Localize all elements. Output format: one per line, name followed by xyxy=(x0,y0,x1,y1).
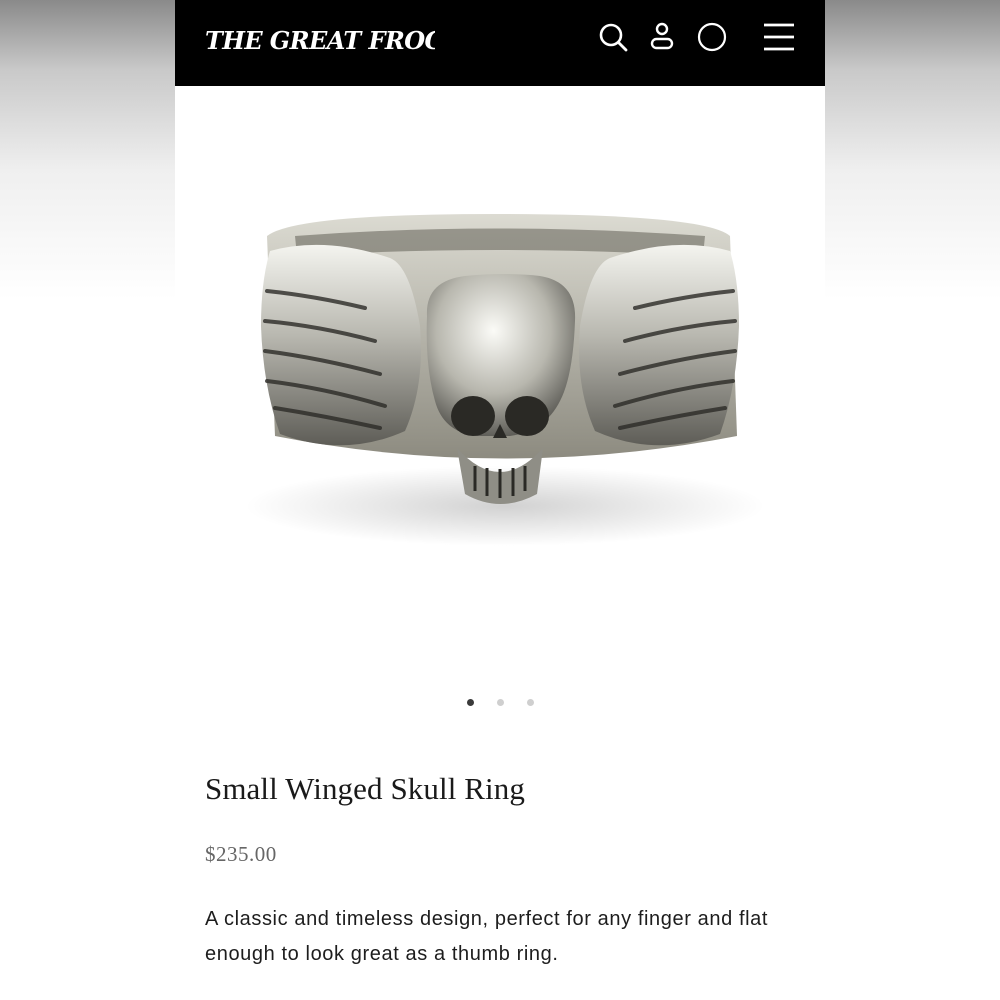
product-description: A classic and timeless design, perfect f… xyxy=(205,908,769,965)
product-price: $235.00 xyxy=(205,842,277,866)
cart-icon[interactable] xyxy=(694,19,730,55)
gallery-dot-1[interactable] xyxy=(466,699,474,706)
svg-text:THE GREAT FROG: THE GREAT FROG xyxy=(205,26,435,55)
product-page: THE GREAT FROG Small Winged Skull Ring $… xyxy=(175,0,825,1000)
gallery-pagination xyxy=(175,699,825,711)
search-icon[interactable] xyxy=(595,19,631,55)
gallery-dot-3[interactable] xyxy=(526,699,534,706)
product-image-gallery[interactable] xyxy=(175,86,825,676)
brand-logo[interactable]: THE GREAT FROG xyxy=(205,18,435,60)
site-header: THE GREAT FROG xyxy=(175,0,825,86)
product-image xyxy=(245,214,765,546)
account-icon[interactable] xyxy=(644,19,680,55)
gallery-dot-2[interactable] xyxy=(496,699,504,706)
menu-icon[interactable] xyxy=(761,19,797,55)
product-title: Small Winged Skull Ring xyxy=(205,771,525,806)
